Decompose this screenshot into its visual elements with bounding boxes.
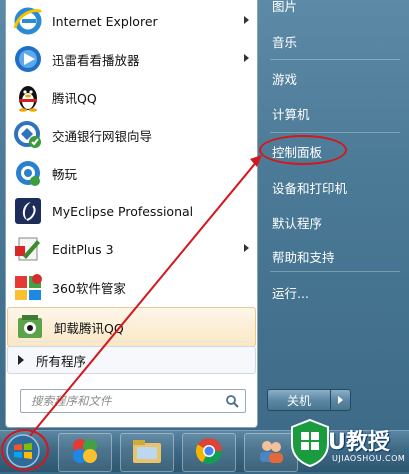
program-internet-explorer[interactable]: Internet Explorer <box>6 2 257 40</box>
uninstall-qq-icon <box>14 311 46 343</box>
search-box[interactable] <box>20 389 246 413</box>
place-default-programs[interactable]: 默认程序 <box>266 207 404 237</box>
annotation-circle-control-panel <box>259 135 347 165</box>
program-label: 卸载腾讯QQ <box>54 320 124 336</box>
all-programs-label: 所有程序 <box>36 353 87 369</box>
start-menu-places-pane: 图片 音乐 游戏 计算机 控制面板 设备和打印机 默认程序 帮助和支持 运行..… <box>256 0 409 427</box>
place-label: 帮助和支持 <box>272 249 335 265</box>
360-software-manager-icon <box>12 271 44 303</box>
program-myeclipse[interactable]: MyEclipse Professional <box>6 192 257 230</box>
place-label: 默认程序 <box>272 215 323 231</box>
watermark-logo: U教授 UJIAOSHOU.COM <box>288 416 409 471</box>
place-label: 图片 <box>272 0 298 14</box>
taskbar-file-explorer[interactable] <box>120 433 174 472</box>
shutdown-options-button[interactable] <box>331 389 351 411</box>
program-xunlei-player[interactable]: 迅雷看看播放器 <box>6 40 257 78</box>
menu-divider <box>14 341 250 342</box>
shutdown-control: 关机 <box>267 389 353 411</box>
shield-logo-icon <box>291 418 329 468</box>
program-editplus[interactable]: EditPlus 3 <box>6 230 257 268</box>
program-label: 迅雷看看播放器 <box>52 52 140 68</box>
program-label: MyEclipse Professional <box>52 203 194 219</box>
menu-divider <box>270 59 400 60</box>
start-menu: Internet Explorer 迅雷看看播放器 腾讯QQ 交通银行网银向导 … <box>0 0 409 430</box>
program-360-software-manager[interactable]: 360软件管家 <box>6 268 257 306</box>
program-tencent-qq[interactable]: 腾讯QQ <box>6 78 257 116</box>
xunlei-player-icon <box>12 43 44 75</box>
submenu-arrow-icon <box>244 16 249 24</box>
place-label: 运行... <box>272 285 309 301</box>
submenu-arrow-icon <box>244 244 249 252</box>
annotation-circle-start <box>1 429 49 471</box>
place-run[interactable]: 运行... <box>266 277 404 307</box>
watermark-text: U教授 <box>328 430 390 455</box>
taskbar-pinwheel-app[interactable] <box>58 433 112 472</box>
program-label: 360软件管家 <box>52 280 126 296</box>
contacts-icon <box>256 436 286 470</box>
place-games[interactable]: 游戏 <box>266 63 404 93</box>
place-computer[interactable]: 计算机 <box>266 98 404 128</box>
watermark-subtext: UJIAOSHOU.COM <box>332 454 406 463</box>
menu-divider <box>270 132 400 133</box>
place-help-support[interactable]: 帮助和支持 <box>266 241 404 271</box>
changwan-icon <box>12 157 44 189</box>
shutdown-button[interactable]: 关机 <box>267 389 331 411</box>
program-label: 畅玩 <box>52 166 78 182</box>
place-label: 音乐 <box>272 34 298 50</box>
place-label: 游戏 <box>272 71 298 87</box>
place-music[interactable]: 音乐 <box>266 26 404 56</box>
editplus-icon <box>12 233 44 265</box>
search-icon[interactable] <box>225 393 239 412</box>
taskbar-chrome[interactable] <box>182 433 236 472</box>
program-label: EditPlus 3 <box>52 241 114 257</box>
place-label: 计算机 <box>272 106 310 122</box>
myeclipse-icon <box>12 195 44 227</box>
place-devices-printers[interactable]: 设备和打印机 <box>266 172 404 202</box>
bank-guide-icon <box>12 119 44 151</box>
program-bank-guide[interactable]: 交通银行网银向导 <box>6 116 257 154</box>
place-label: 设备和打印机 <box>272 180 348 196</box>
all-programs-button[interactable]: 所有程序 <box>7 346 256 374</box>
chrome-icon <box>194 436 224 470</box>
menu-divider <box>270 271 400 272</box>
triangle-right-icon <box>18 355 24 365</box>
submenu-arrow-icon <box>244 54 249 62</box>
program-changwan[interactable]: 畅玩 <box>6 154 257 192</box>
qq-penguin-icon <box>12 81 44 113</box>
search-input[interactable] <box>29 393 223 409</box>
program-label: 交通银行网银向导 <box>52 128 153 144</box>
pinwheel-app-icon <box>70 436 100 470</box>
chevron-right-icon <box>338 396 343 404</box>
program-label: 腾讯QQ <box>52 90 97 106</box>
place-pictures[interactable]: 图片 <box>266 0 404 20</box>
start-menu-programs-pane: Internet Explorer 迅雷看看播放器 腾讯QQ 交通银行网银向导 … <box>5 0 258 428</box>
file-explorer-icon <box>131 437 163 469</box>
internet-explorer-icon <box>12 5 44 37</box>
program-label: Internet Explorer <box>52 13 158 29</box>
